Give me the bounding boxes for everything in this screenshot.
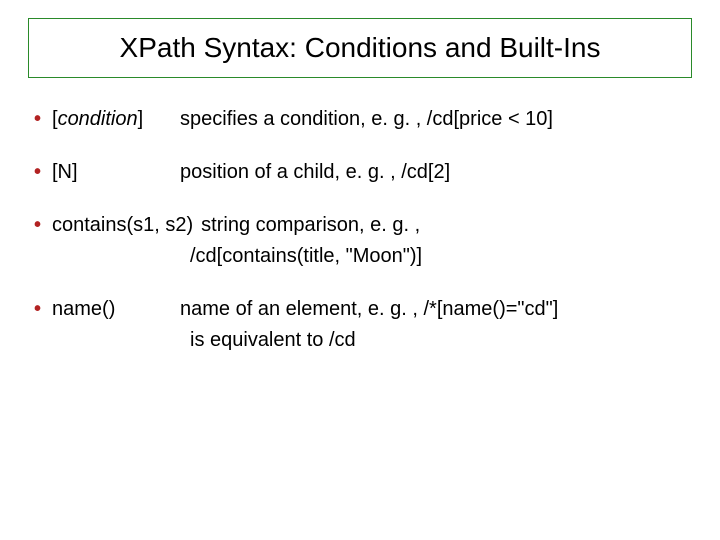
desc-n: position of a child, e. g. , /cd[2] bbox=[180, 159, 450, 186]
desc-name-fn: name of an element, e. g. , /*[name()="c… bbox=[180, 296, 558, 323]
term-contains: contains(s1, s2) bbox=[52, 212, 193, 239]
bullet-icon: • bbox=[34, 296, 52, 323]
list-item: • name() name of an element, e. g. , /*[… bbox=[34, 296, 692, 354]
term-condition: [condition] bbox=[52, 106, 180, 133]
term-name-fn: name() bbox=[52, 296, 180, 323]
bullet-icon: • bbox=[34, 106, 52, 133]
slide-title: XPath Syntax: Conditions and Built-Ins bbox=[47, 29, 673, 67]
slide-title-box: XPath Syntax: Conditions and Built-Ins bbox=[28, 18, 692, 78]
list-item: • [N] position of a child, e. g. , /cd[2… bbox=[34, 159, 692, 186]
bullet-list: • [condition] specifies a condition, e. … bbox=[28, 106, 692, 354]
list-item: • contains(s1, s2) string comparison, e.… bbox=[34, 212, 692, 270]
term-bracket-close: ] bbox=[138, 108, 144, 130]
term-condition-italic: condition bbox=[58, 108, 138, 130]
sub-name-fn: is equivalent to /cd bbox=[190, 327, 692, 354]
bullet-icon: • bbox=[34, 159, 52, 186]
term-n: [N] bbox=[52, 159, 180, 186]
desc-contains: string comparison, e. g. , bbox=[201, 212, 420, 239]
list-item: • [condition] specifies a condition, e. … bbox=[34, 106, 692, 133]
desc-condition: specifies a condition, e. g. , /cd[price… bbox=[180, 106, 553, 133]
bullet-icon: • bbox=[34, 212, 52, 239]
sub-contains: /cd[contains(title, "Moon")] bbox=[190, 243, 692, 270]
